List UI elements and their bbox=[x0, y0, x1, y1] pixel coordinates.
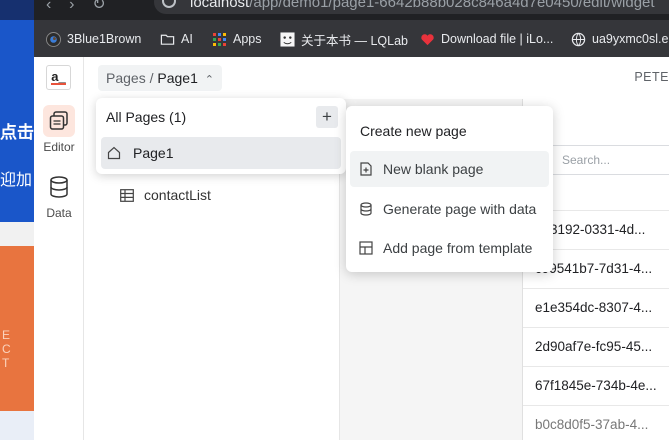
circle-logo-icon bbox=[46, 31, 61, 47]
editor-topbar: Pages / Page1 ⌃ PETE bbox=[84, 57, 669, 99]
home-icon bbox=[107, 146, 121, 160]
current-page-name: Page1 bbox=[157, 70, 198, 86]
background-text-line1: 点击生 bbox=[0, 123, 34, 142]
nav-data[interactable]: Data bbox=[34, 171, 84, 220]
bookmark-apps[interactable]: Apps bbox=[212, 30, 262, 48]
address-bar[interactable]: localhost/app/demo1/page1-6642b88b028c84… bbox=[154, 0, 669, 14]
bookmark-lqlab[interactable]: 关于本书 — LQLab bbox=[280, 30, 408, 48]
generate-page-with-data-item[interactable]: Generate page with data bbox=[350, 191, 549, 227]
file-plus-icon bbox=[360, 162, 372, 176]
background-band bbox=[0, 222, 34, 246]
bookmark-ua9[interactable]: ua9yxmc0sl.e bbox=[571, 30, 668, 48]
table-row[interactable]: 67f1845e-734b-4e... bbox=[523, 367, 669, 406]
background-window: 点击生 迎加 E C T bbox=[0, 0, 34, 440]
editor-icon bbox=[43, 105, 75, 137]
face-icon bbox=[280, 31, 295, 47]
table-row[interactable]: 2d90af7e-fc95-45... bbox=[523, 328, 669, 367]
add-page-button[interactable]: + bbox=[316, 106, 338, 128]
background-band-bottom bbox=[0, 411, 34, 440]
new-blank-page-item[interactable]: New blank page bbox=[350, 151, 549, 187]
table-icon bbox=[120, 188, 134, 202]
url-text: localhost/app/demo1/page1-6642b88b028c84… bbox=[190, 0, 655, 11]
bookmarks-bar: 3Blue1Brown AI Apps 关于本书 — LQLab Downloa… bbox=[34, 20, 669, 57]
background-banner-text: E C T bbox=[2, 328, 19, 370]
all-pages-popover: All Pages (1) + Page1 bbox=[96, 98, 346, 174]
bookmark-3blue1brown[interactable]: 3Blue1Brown bbox=[46, 30, 141, 48]
database-icon bbox=[360, 202, 372, 216]
background-window-top bbox=[0, 0, 34, 20]
table-row-partial[interactable]: b0c8d0f5-37ab-4... bbox=[523, 406, 669, 440]
page-item-page1[interactable]: Page1 bbox=[101, 137, 341, 169]
table-row[interactable]: e1e354dc-8307-4... bbox=[523, 289, 669, 328]
app-logo[interactable]: a_ bbox=[46, 65, 71, 90]
nav-editor[interactable]: Editor bbox=[34, 105, 84, 154]
folder-icon bbox=[160, 34, 175, 45]
background-banner: E C T bbox=[0, 246, 34, 411]
apps-grid-icon bbox=[213, 32, 226, 46]
back-forward-icons[interactable]: ‹ › ↻ bbox=[46, 0, 106, 14]
create-page-title: Create new page bbox=[360, 123, 467, 139]
create-page-popover: Create new page New blank page Generate … bbox=[346, 106, 553, 272]
all-pages-title: All Pages (1) bbox=[106, 109, 187, 125]
globe-icon bbox=[571, 32, 586, 46]
bookmark-ai[interactable]: AI bbox=[160, 30, 193, 48]
chevron-up-icon: ⌃ bbox=[204, 74, 214, 86]
background-text-line2: 迎加 bbox=[0, 172, 33, 189]
bookmark-download[interactable]: Download file | iLo... bbox=[420, 30, 553, 48]
layout-template-icon bbox=[359, 241, 373, 255]
site-info-icon[interactable] bbox=[162, 0, 176, 8]
pages-breadcrumb-button[interactable]: Pages / Page1 ⌃ bbox=[98, 65, 222, 91]
add-page-from-template-item[interactable]: Add page from template bbox=[350, 230, 549, 266]
browser-toolbar: ‹ › ↻ localhost/app/demo1/page1-6642b88b… bbox=[34, 0, 669, 20]
heart-icon bbox=[421, 33, 434, 45]
query-item-contactlist[interactable]: contactList bbox=[120, 187, 211, 203]
left-nav: a_ Editor Data bbox=[34, 57, 84, 440]
database-icon bbox=[43, 171, 75, 203]
user-label: PETE bbox=[634, 70, 669, 84]
